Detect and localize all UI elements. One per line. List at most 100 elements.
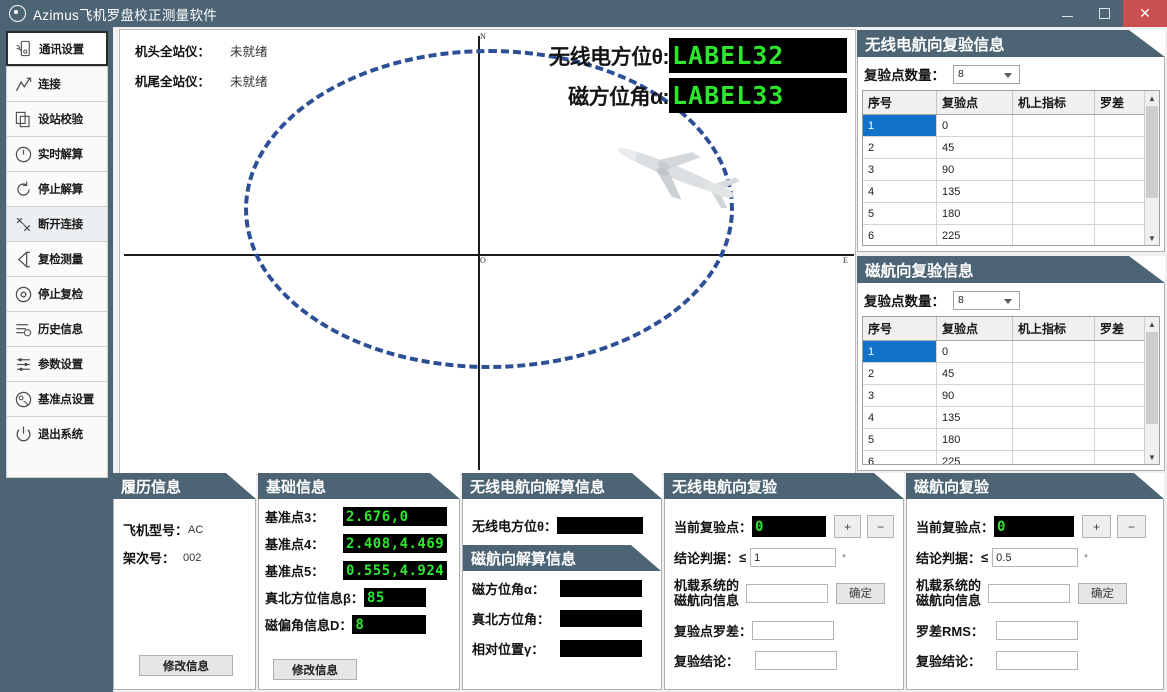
cell-index: 2 bbox=[863, 136, 937, 159]
magnetic-criterion-row: 结论判据： ≤ 0.5 ° bbox=[916, 548, 1154, 567]
radio-increment-button[interactable]: + bbox=[834, 515, 862, 538]
sidebar-item-label: 停止复检 bbox=[38, 289, 83, 301]
sidebar-item-exit-system[interactable]: 退出系统 bbox=[6, 416, 108, 451]
magnetic-azimuth-field-row: 磁方位角α： bbox=[472, 579, 652, 598]
magnetic-conclusion-label: 复验结论： bbox=[916, 653, 982, 669]
serial-number-label: 架次号： bbox=[123, 551, 176, 566]
table-row[interactable]: 1 0 bbox=[863, 340, 1159, 363]
sidebar-item-connect[interactable]: 连接 bbox=[6, 66, 108, 101]
sidebar-item-comm-settings[interactable]: 通讯设置 bbox=[6, 31, 108, 66]
table-row[interactable]: 6 225 bbox=[863, 450, 1159, 464]
sidebar-item-stop-recheck[interactable]: 停止复检 bbox=[6, 276, 108, 311]
relative-position-row: 相对位置γ： bbox=[472, 639, 652, 658]
cell-point: 90 bbox=[936, 384, 1013, 407]
table-row[interactable]: 5 180 bbox=[863, 428, 1159, 451]
magnetic-conclusion-input[interactable] bbox=[996, 650, 1078, 670]
maximize-icon bbox=[1099, 8, 1110, 19]
sidebar-item-history[interactable]: 历史信息 bbox=[6, 311, 108, 346]
sidebar-filler bbox=[6, 451, 108, 478]
disconnect-icon bbox=[16, 217, 31, 231]
magnetic-rms-input[interactable] bbox=[996, 620, 1078, 640]
sidebar-item-datum-point-settings[interactable]: 基准点设置 bbox=[6, 381, 108, 416]
sidebar-item-stop-solve[interactable]: 停止解算 bbox=[6, 171, 108, 206]
magnetic-azimuth-value: LABEL33 bbox=[672, 81, 785, 110]
sidebar-item-parameter-settings[interactable]: 参数设置 bbox=[6, 346, 108, 381]
close-button[interactable]: ✕ bbox=[1123, 0, 1167, 27]
radio-azimuth-field-label: 无线电方位θ： bbox=[472, 519, 558, 534]
magnetic-conclusion-row: 复验结论： bbox=[916, 650, 1154, 670]
cell-indicator bbox=[1012, 428, 1095, 451]
magnetic-onboard-input[interactable] bbox=[988, 583, 1071, 603]
stop-solve-icon bbox=[17, 181, 30, 196]
cell-point: 45 bbox=[936, 136, 1013, 159]
magnetic-solve-subtitle: 磁航向解算信息 bbox=[463, 545, 661, 571]
table-row[interactable]: 3 90 bbox=[863, 158, 1159, 181]
sidebar-item-station-verify[interactable]: 设站校验 bbox=[6, 101, 108, 136]
radio-recheck-body: 当前复验点： 0 + − 结论判据： ≤ 1 ° 机载系统的 磁航向信息 确定 bbox=[664, 499, 904, 690]
radio-deviation-input[interactable] bbox=[752, 620, 835, 640]
radio-azimuth-field-row: 无线电方位θ： bbox=[472, 516, 652, 535]
parameter-settings-icon bbox=[17, 357, 30, 371]
cell-point: 180 bbox=[936, 202, 1013, 225]
scroll-up-icon[interactable]: ▲ bbox=[1145, 91, 1159, 105]
true-north-angle-value bbox=[560, 610, 642, 627]
minimize-button[interactable] bbox=[1049, 0, 1086, 27]
datum5-row: 基准点5： 0.555,4.924 bbox=[265, 561, 453, 580]
radio-onboard-label: 机载系统的 磁航向信息 bbox=[674, 578, 739, 609]
basic-edit-button[interactable]: 修改信息 bbox=[273, 659, 357, 680]
serial-number-row: 架次号： 002 bbox=[123, 548, 246, 567]
cell-indicator bbox=[1012, 406, 1095, 429]
table-row[interactable]: 4 135 bbox=[863, 406, 1159, 429]
table-row[interactable]: 4 135 bbox=[863, 180, 1159, 203]
scroll-down-icon[interactable]: ▼ bbox=[1145, 231, 1159, 245]
tail-station-label: 机尾全站仪： bbox=[135, 75, 211, 89]
magnetic-criterion-input[interactable]: 0.5 bbox=[992, 548, 1079, 567]
scrollbar-thumb[interactable] bbox=[1146, 332, 1158, 424]
radio-onboard-row: 机载系统的 磁航向信息 确定 bbox=[674, 578, 894, 609]
radio-recheck-count-select[interactable]: 8 bbox=[953, 64, 1020, 84]
cell-index: 5 bbox=[863, 428, 937, 451]
scroll-down-icon[interactable]: ▼ bbox=[1145, 450, 1159, 464]
table-row[interactable]: 3 90 bbox=[863, 384, 1159, 407]
sidebar-item-recheck-measure[interactable]: 复检测量 bbox=[6, 241, 108, 276]
magnetic-increment-button[interactable]: + bbox=[1082, 515, 1112, 538]
radio-conclusion-row: 复验结论： bbox=[674, 650, 894, 670]
datum4-label: 基准点4： bbox=[265, 537, 325, 552]
magnetic-recheck-table-scrollbar[interactable]: ▲ ▼ bbox=[1144, 317, 1159, 464]
sidebar-item-label: 停止解算 bbox=[38, 184, 83, 196]
sidebar-item-realtime-solve[interactable]: 实时解算 bbox=[6, 136, 108, 171]
column-header-indicator: 机上指标 bbox=[1012, 91, 1095, 115]
table-row[interactable]: 2 45 bbox=[863, 136, 1159, 159]
cell-index: 3 bbox=[863, 384, 937, 407]
radio-conclusion-input[interactable] bbox=[755, 650, 837, 670]
radio-confirm-button[interactable]: 确定 bbox=[836, 582, 886, 604]
table-row[interactable]: 5 180 bbox=[863, 202, 1159, 225]
datum4-value: 2.408,4.469 bbox=[346, 535, 445, 552]
radio-onboard-input[interactable] bbox=[746, 583, 829, 603]
cell-index: 1 bbox=[863, 340, 937, 363]
cell-indicator bbox=[1012, 384, 1095, 407]
scroll-up-icon[interactable]: ▲ bbox=[1145, 317, 1159, 331]
radio-current-point-row: 当前复验点： 0 + − bbox=[674, 515, 894, 538]
magnetic-decrement-button[interactable]: − bbox=[1117, 515, 1147, 538]
radio-recheck-table-scrollbar[interactable]: ▲ ▼ bbox=[1144, 91, 1159, 245]
cell-index: 1 bbox=[863, 114, 937, 137]
maximize-button[interactable] bbox=[1086, 0, 1123, 27]
axis-label-north: N bbox=[480, 32, 486, 41]
radio-criterion-operator: ≤ bbox=[739, 550, 747, 565]
stop-recheck-icon bbox=[15, 286, 32, 302]
magnetic-confirm-button[interactable]: 确定 bbox=[1078, 582, 1128, 604]
sidebar-item-disconnect[interactable]: 断开连接 bbox=[6, 206, 108, 241]
resume-info-body: 飞机型号： AC 架次号： 002 修改信息 bbox=[113, 499, 256, 690]
magnetic-recheck-count-select[interactable]: 8 bbox=[953, 290, 1020, 310]
table-row[interactable]: 2 45 bbox=[863, 362, 1159, 385]
scrollbar-thumb[interactable] bbox=[1146, 106, 1158, 198]
table-row[interactable]: 1 0 bbox=[863, 114, 1159, 137]
table-row[interactable]: 6 225 bbox=[863, 224, 1159, 245]
radio-recheck-info-body: 复验点数量： 8 序号 复验点 机上指标 罗差 1 0 2 45 3 90 4 … bbox=[857, 57, 1165, 252]
resume-edit-button[interactable]: 修改信息 bbox=[139, 655, 233, 676]
cell-indicator bbox=[1012, 362, 1095, 385]
radio-decrement-button[interactable]: − bbox=[867, 515, 894, 538]
radio-deviation-row: 复验点罗差： bbox=[674, 620, 894, 640]
radio-criterion-input[interactable]: 1 bbox=[750, 548, 837, 567]
